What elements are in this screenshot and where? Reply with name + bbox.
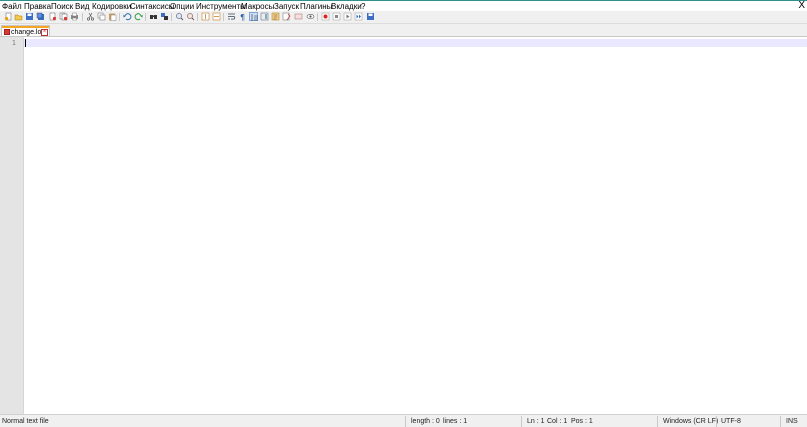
paste-icon[interactable] <box>108 12 117 21</box>
find-icon[interactable] <box>149 12 158 21</box>
unsaved-file-icon <box>4 29 10 35</box>
line-number-gutter: 1 <box>0 37 24 414</box>
close-all-icon[interactable] <box>59 12 68 21</box>
toolbar-separator <box>145 13 146 21</box>
replace-icon[interactable] <box>160 12 169 21</box>
word-wrap-icon[interactable] <box>227 12 236 21</box>
sync-vertical-icon[interactable] <box>201 12 210 21</box>
close-app-button[interactable]: X <box>798 1 805 11</box>
open-file-icon[interactable] <box>14 12 23 21</box>
play-macro-icon[interactable] <box>343 12 352 21</box>
menu-encoding[interactable]: Кодировки <box>92 2 131 11</box>
text-caret <box>25 39 26 47</box>
status-eol[interactable]: Windows (CR LF) <box>663 417 718 426</box>
monitor-icon[interactable] <box>306 12 315 21</box>
save-macro-icon[interactable] <box>366 12 375 21</box>
menu-search[interactable]: Поиск <box>51 2 73 11</box>
cut-icon[interactable] <box>86 12 95 21</box>
status-bar: Normal text file length : 0 lines : 1 Ln… <box>0 414 807 427</box>
menu-file[interactable]: Файл <box>2 2 22 11</box>
zoom-in-icon[interactable] <box>175 12 184 21</box>
svg-text:¶: ¶ <box>240 13 245 21</box>
toolbar-separator <box>119 13 120 21</box>
save-icon[interactable] <box>25 12 34 21</box>
show-all-chars-icon[interactable]: ¶ <box>238 12 247 21</box>
toolbar-separator <box>82 13 83 21</box>
stop-record-icon[interactable] <box>332 12 341 21</box>
function-list-icon[interactable] <box>271 12 280 21</box>
menu-view[interactable]: Вид <box>75 2 89 11</box>
status-divider <box>780 416 781 427</box>
menu-plugins[interactable]: Плагины <box>300 2 332 11</box>
zoom-out-icon[interactable] <box>186 12 195 21</box>
menu-bar: Файл Правка Поиск Вид Кодировки Синтакси… <box>0 1 807 11</box>
status-length: length : 0 <box>411 418 440 425</box>
undo-icon[interactable] <box>123 12 132 21</box>
tab-change-log[interactable]: change.log × <box>1 25 50 36</box>
status-divider <box>716 416 717 427</box>
status-lines: lines : 1 <box>443 418 468 425</box>
toolbar-separator <box>317 13 318 21</box>
sync-horizontal-icon[interactable] <box>212 12 221 21</box>
status-ln: Ln : 1 <box>527 418 545 425</box>
redo-icon[interactable] <box>134 12 143 21</box>
menu-tools[interactable]: Инструменты <box>196 2 246 11</box>
toolbar-separator <box>171 13 172 21</box>
status-divider <box>405 416 406 427</box>
toolbar-separator <box>223 13 224 21</box>
copy-icon[interactable] <box>97 12 106 21</box>
toolbar: ¶ <box>0 11 807 24</box>
close-icon[interactable] <box>48 12 57 21</box>
play-multiple-icon[interactable] <box>354 12 363 21</box>
status-pos: Pos : 1 <box>571 418 593 425</box>
status-encoding[interactable]: UTF-8 <box>721 417 741 426</box>
status-insert-mode: INS <box>786 418 798 425</box>
folder-workspace-icon[interactable] <box>282 12 291 21</box>
record-macro-icon[interactable] <box>321 12 330 21</box>
menu-run[interactable]: Запуск <box>274 2 299 11</box>
tab-bar: change.log × <box>0 24 807 36</box>
menu-syntax[interactable]: Синтаксисы <box>130 2 175 11</box>
print-icon[interactable] <box>70 12 79 21</box>
menu-edit[interactable]: Правка <box>24 2 51 11</box>
menu-tabs[interactable]: Вкладки <box>331 2 362 11</box>
tab-close-icon[interactable]: × <box>41 29 48 36</box>
document-list-icon[interactable] <box>294 12 303 21</box>
save-all-icon[interactable] <box>36 12 45 21</box>
menu-help[interactable]: ? <box>361 2 365 11</box>
menu-options[interactable]: Опции <box>170 2 194 11</box>
indent-guide-icon[interactable] <box>249 12 258 21</box>
menu-macros[interactable]: Макросы <box>241 2 274 11</box>
status-divider <box>657 416 658 427</box>
document-map-icon[interactable] <box>260 12 269 21</box>
toolbar-separator <box>197 13 198 21</box>
status-divider <box>521 416 522 427</box>
new-file-icon[interactable] <box>4 12 13 21</box>
editor-area[interactable]: 1 <box>0 36 807 414</box>
line-number: 1 <box>11 39 16 47</box>
status-file-type: Normal text file <box>2 418 49 425</box>
current-line-highlight <box>24 39 807 47</box>
status-col: Col : 1 <box>547 418 568 425</box>
